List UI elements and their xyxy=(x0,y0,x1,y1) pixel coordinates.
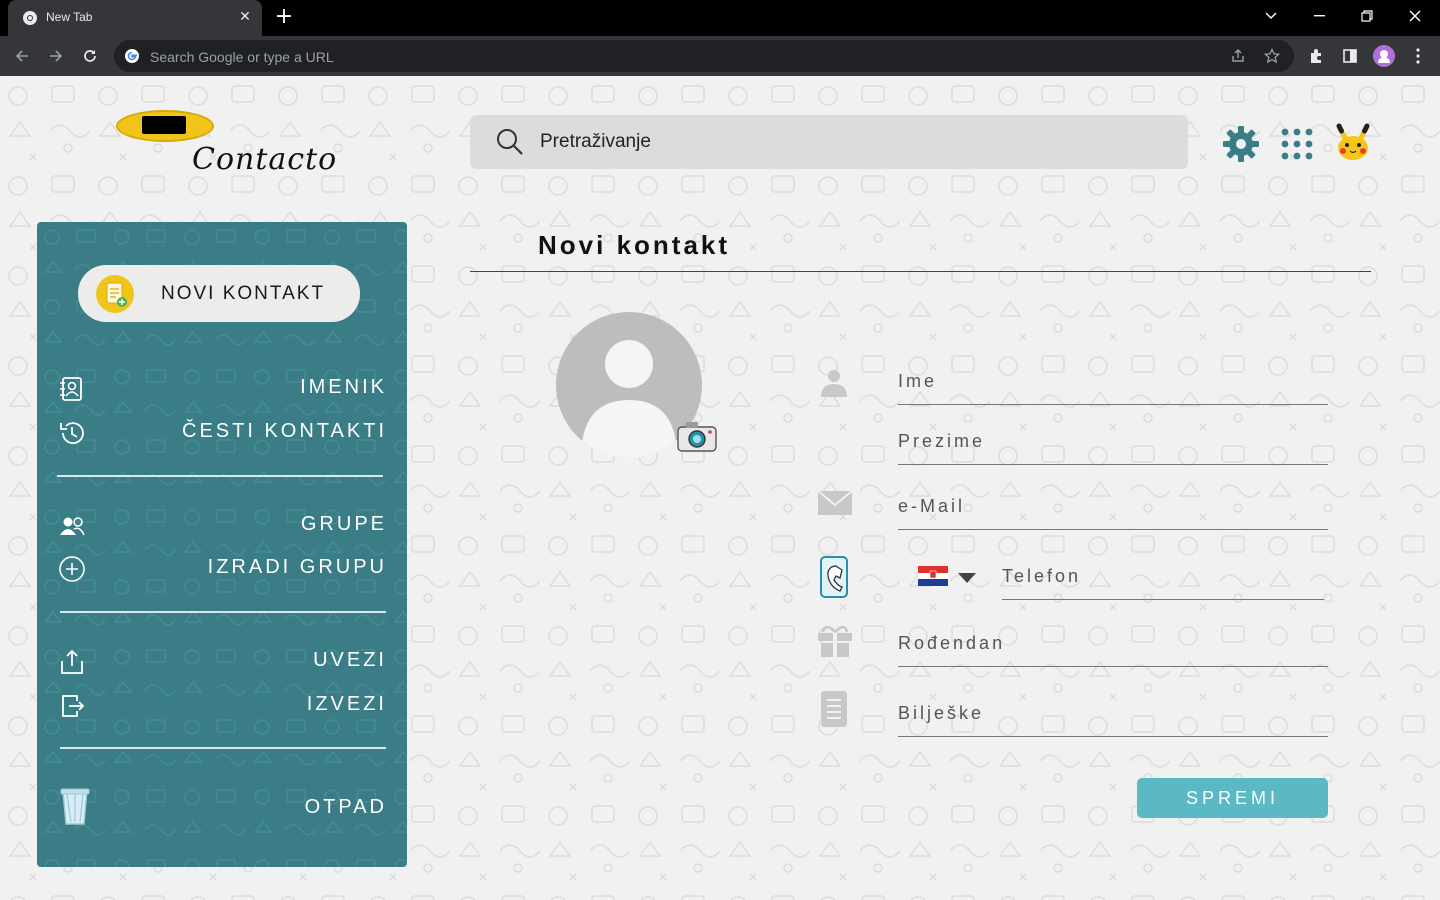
sidebar-divider xyxy=(60,611,386,613)
title-divider xyxy=(470,271,1371,272)
sidebar-item-label: OTPAD xyxy=(304,796,387,818)
sidebar-item-cesti-kontakti[interactable]: ČESTI KONTAKTI xyxy=(57,414,387,450)
reload-icon[interactable] xyxy=(78,44,102,68)
browser-toolbar: Search Google or type a URL xyxy=(0,36,1440,76)
tab-search-icon[interactable] xyxy=(1248,0,1294,32)
address-placeholder: Search Google or type a URL xyxy=(150,49,334,65)
contacts-book-icon xyxy=(60,377,82,401)
new-contact-icon xyxy=(96,275,134,313)
person-icon xyxy=(821,370,847,397)
birthday-input[interactable] xyxy=(898,628,1328,658)
close-window-button[interactable] xyxy=(1392,0,1438,32)
contacto-page: Contacto Pretraživanje NOVI KONTAKT IMEN… xyxy=(0,76,1440,900)
extensions-icon[interactable] xyxy=(1304,44,1328,68)
settings-gear-icon[interactable] xyxy=(1221,124,1261,164)
phone-input[interactable] xyxy=(1002,561,1324,591)
user-avatar-pikachu[interactable] xyxy=(1333,122,1373,162)
contacto-logo[interactable]: Contacto xyxy=(114,108,344,188)
sidebar-item-otpad[interactable]: OTPAD xyxy=(57,786,387,830)
last-name-input[interactable] xyxy=(898,426,1328,456)
croatia-flag-icon[interactable] xyxy=(918,566,948,586)
share-icon[interactable] xyxy=(1230,48,1246,64)
logo-text: Contacto xyxy=(192,142,338,177)
email-field[interactable] xyxy=(898,480,1328,530)
apps-grid-icon[interactable] xyxy=(1277,124,1317,164)
browser-tab[interactable]: New Tab ✕ xyxy=(8,0,262,36)
sidebar-divider xyxy=(60,747,386,749)
add-circle-icon xyxy=(59,556,85,582)
history-icon xyxy=(60,422,84,445)
notes-icon xyxy=(821,691,847,727)
search-input[interactable] xyxy=(540,128,1160,156)
phone-field[interactable] xyxy=(1002,550,1324,600)
save-button[interactable]: SPREMI xyxy=(1137,778,1328,818)
sidebar-item-grupe[interactable]: GRUPE xyxy=(57,507,387,543)
sidebar-item-imenik[interactable]: IMENIK xyxy=(57,370,387,406)
phone-icon xyxy=(820,556,848,598)
tab-close-icon[interactable]: ✕ xyxy=(236,8,254,26)
tab-title: New Tab xyxy=(46,10,93,24)
notes-input[interactable] xyxy=(898,698,1328,728)
new-contact-button[interactable]: NOVI KONTAKT xyxy=(78,265,360,322)
new-contact-label: NOVI KONTAKT xyxy=(161,283,326,304)
sidebar-item-label: IZVEZI xyxy=(306,693,387,715)
email-envelope-icon xyxy=(817,490,853,515)
email-input[interactable] xyxy=(898,491,1328,521)
search-bar[interactable] xyxy=(470,115,1188,169)
notes-field[interactable] xyxy=(898,687,1328,737)
google-icon xyxy=(125,49,139,63)
export-icon xyxy=(62,695,85,717)
sidebar-item-label: IZRADI GRUPU xyxy=(207,556,387,578)
birthday-field[interactable] xyxy=(898,617,1328,667)
logo-screen xyxy=(142,116,186,134)
browser-tab-bar: New Tab ✕ + xyxy=(0,0,1440,36)
bookmark-star-icon[interactable] xyxy=(1264,48,1280,64)
search-icon xyxy=(497,129,523,155)
restore-button[interactable] xyxy=(1344,0,1390,32)
sidebar-item-label: ČESTI KONTAKTI xyxy=(182,420,387,442)
upload-icon xyxy=(61,649,83,674)
sidebar-item-izvezi[interactable]: IZVEZI xyxy=(57,687,387,723)
trash-icon xyxy=(60,788,90,825)
page-title: Novi kontakt xyxy=(538,230,731,260)
sidebar-item-izradi-grupu[interactable]: IZRADI GRUPU xyxy=(57,550,387,586)
sidebar-divider xyxy=(57,475,383,477)
group-icon xyxy=(60,517,85,536)
new-tab-button[interactable]: + xyxy=(272,6,296,30)
menu-kebab-icon[interactable] xyxy=(1406,44,1430,68)
sidebar-item-uvezi[interactable]: UVEZI xyxy=(57,643,387,679)
forward-arrow-icon[interactable] xyxy=(44,44,68,68)
sidebar-item-label: UVEZI xyxy=(313,649,387,671)
gift-icon xyxy=(818,625,852,657)
chrome-icon xyxy=(23,11,37,25)
side-panel-icon[interactable] xyxy=(1338,44,1362,68)
first-name-field[interactable] xyxy=(898,355,1328,405)
back-arrow-icon[interactable] xyxy=(10,44,34,68)
sidebar: NOVI KONTAKT IMENIK ČESTI KONTAKTI GRUPE… xyxy=(37,222,407,867)
country-dropdown-arrow-icon[interactable] xyxy=(958,573,976,583)
first-name-input[interactable] xyxy=(898,366,1328,396)
profile-avatar[interactable] xyxy=(1372,44,1396,68)
sidebar-item-label: IMENIK xyxy=(300,376,387,398)
minimize-button[interactable] xyxy=(1296,0,1342,32)
camera-icon[interactable] xyxy=(676,419,718,453)
last-name-field[interactable] xyxy=(898,415,1328,465)
sidebar-item-label: GRUPE xyxy=(300,513,387,535)
address-bar[interactable]: Search Google or type a URL xyxy=(114,40,1294,72)
